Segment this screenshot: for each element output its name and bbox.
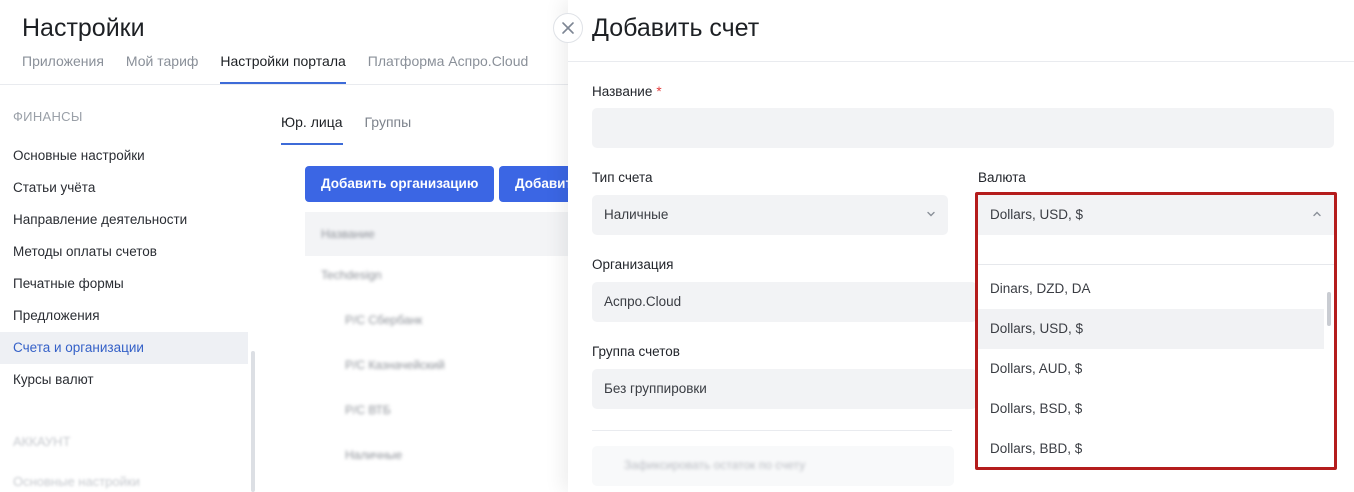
- add-organization-button[interactable]: Добавить организацию: [305, 166, 495, 202]
- tab-portal-settings[interactable]: Настройки портала: [220, 53, 346, 84]
- account-type-value: Наличные: [604, 207, 669, 222]
- currency-search-input[interactable]: [978, 235, 1334, 265]
- sidebar-scrollbar[interactable]: [251, 351, 255, 492]
- dropdown-scrollbar[interactable]: [1327, 292, 1331, 326]
- column-header-name: Название: [321, 227, 375, 241]
- divider: [568, 61, 1354, 62]
- close-drawer-button[interactable]: [553, 13, 583, 43]
- organization-label: Организация: [592, 257, 674, 272]
- name-label: Название *: [592, 84, 662, 99]
- tab-apps[interactable]: Приложения: [22, 53, 104, 84]
- currency-option-selected[interactable]: Dollars, USD, $: [978, 309, 1324, 349]
- add-button[interactable]: Добавить: [499, 166, 571, 202]
- sidebar-section-finance: ФИНАНСЫ: [13, 109, 83, 124]
- currency-option[interactable]: Dollars, BBD, $: [978, 429, 1324, 467]
- tab-my-plan[interactable]: Мой тариф: [126, 53, 198, 84]
- drawer-title: Добавить счет: [592, 14, 760, 42]
- sidebar-item-accounts-orgs[interactable]: Счета и организации: [0, 332, 248, 364]
- table-row[interactable]: Techdesign: [321, 268, 382, 282]
- currency-select[interactable]: Dollars, USD, $: [978, 195, 1334, 235]
- top-tabs: Приложения Мой тариф Настройки портала П…: [22, 53, 528, 85]
- chevron-up-icon: [1312, 195, 1322, 235]
- required-asterisk: *: [656, 84, 662, 99]
- sidebar-item-payment-methods[interactable]: Методы оплаты счетов: [0, 236, 248, 268]
- account-type-label: Тип счета: [592, 170, 653, 185]
- fix-balance-label: Зафиксировать остаток по счету: [624, 458, 806, 472]
- table-header: Название: [305, 212, 570, 256]
- tab-groups[interactable]: Группы: [365, 114, 412, 145]
- close-icon: [562, 22, 574, 34]
- currency-option[interactable]: Dinars, DZD, DA: [978, 269, 1324, 309]
- sidebar-item-exchange-rates[interactable]: Курсы валют: [0, 364, 248, 396]
- page-title: Настройки: [22, 14, 145, 42]
- name-input[interactable]: [592, 108, 1334, 148]
- sidebar-list: Основные настройки Статьи учёта Направле…: [0, 140, 248, 396]
- currency-option[interactable]: Dollars, BSD, $: [978, 389, 1324, 429]
- chevron-down-icon: [926, 195, 936, 235]
- tab-platform[interactable]: Платформа Аспро.Cloud: [368, 53, 528, 84]
- account-group-select[interactable]: Без группировки: [592, 369, 977, 409]
- tab-legal-entities[interactable]: Юр. лица: [281, 114, 343, 145]
- currency-option[interactable]: Dollars, AUD, $: [978, 349, 1324, 389]
- sidebar-item-offers[interactable]: Предложения: [0, 300, 248, 332]
- sidebar-item-print-forms[interactable]: Печатные формы: [0, 268, 248, 300]
- name-label-text: Название: [592, 84, 653, 99]
- divider: [592, 430, 952, 431]
- currency-option-list: Dinars, DZD, DA Dollars, USD, $ Dollars,…: [978, 269, 1324, 467]
- table-row[interactable]: Наличные: [345, 448, 402, 462]
- table-row[interactable]: Р/С Казначейский: [345, 358, 445, 372]
- sidebar-item-business-direction[interactable]: Направление деятельности: [0, 204, 248, 236]
- sidebar-section-account: АККАУНТ: [13, 434, 71, 449]
- table-row[interactable]: Р/С ВТБ: [345, 403, 391, 417]
- sidebar-item-main-settings[interactable]: Основные настройки: [0, 140, 248, 172]
- fix-balance-checkbox[interactable]: Зафиксировать остаток по счету: [592, 446, 954, 486]
- table-row[interactable]: Р/С Сбербанк: [345, 313, 422, 327]
- sidebar-item-accounting-items[interactable]: Статьи учёта: [0, 172, 248, 204]
- account-group-label: Группа счетов: [592, 344, 680, 359]
- currency-value: Dollars, USD, $: [990, 207, 1084, 222]
- account-type-select[interactable]: Наличные: [592, 195, 948, 235]
- sidebar: ФИНАНСЫ Основные настройки Статьи учёта …: [0, 85, 255, 492]
- currency-dropdown: Dinars, DZD, DA Dollars, USD, $ Dollars,…: [978, 235, 1334, 467]
- currency-label: Валюта: [978, 170, 1026, 185]
- organization-select[interactable]: Аспро.Cloud: [592, 282, 977, 322]
- content-tabs: Юр. лица Группы: [281, 114, 411, 145]
- sidebar-item-account-settings[interactable]: Основные настройки: [13, 474, 140, 489]
